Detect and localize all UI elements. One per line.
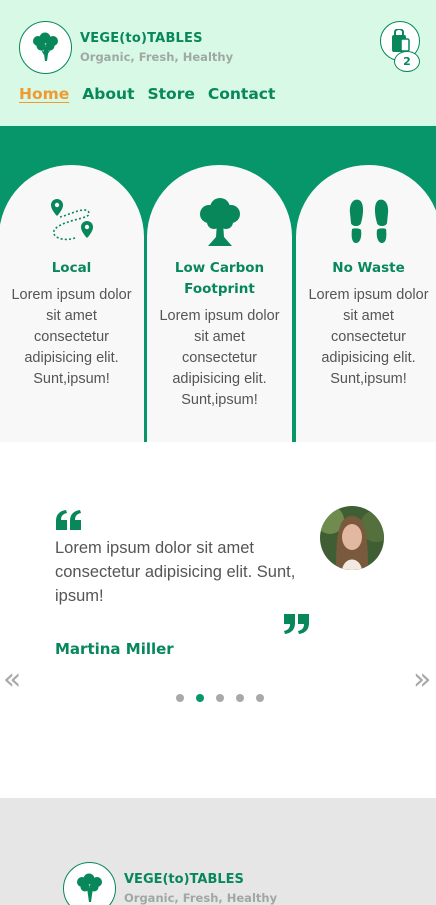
broccoli-icon (76, 873, 102, 902)
feature-card-low-carbon: Low Carbon Footprint Lorem ipsum dolor s… (147, 165, 292, 442)
nav-link-about[interactable]: About (82, 85, 134, 103)
testimonial-quote: Lorem ipsum dolor sit amet consectetur a… (55, 539, 296, 605)
features-section: Local Lorem ipsum dolor sit amet consect… (0, 126, 436, 442)
footer-logo[interactable] (63, 862, 116, 905)
close-quote-icon (284, 614, 309, 634)
feature-description: Lorem ipsum dolor sit amet consectetur a… (11, 287, 132, 387)
nav-link-contact[interactable]: Contact (208, 85, 276, 103)
nav-link-home[interactable]: Home (19, 85, 69, 103)
carousel-dot[interactable] (256, 694, 264, 702)
nav-link-store[interactable]: Store (147, 85, 194, 103)
testimonial-section: Lorem ipsum dolor sit amet consectetur a… (0, 442, 436, 798)
carousel-dot[interactable] (176, 694, 184, 702)
carousel-dot-active[interactable] (196, 694, 204, 702)
main-nav: Home About Store Contact (19, 85, 275, 103)
tree-icon (199, 198, 240, 246)
brand-tagline: Organic, Fresh, Healthy (80, 50, 234, 64)
broccoli-icon (32, 32, 58, 61)
feature-title: Local (51, 260, 92, 276)
carousel-dot[interactable] (216, 694, 224, 702)
feature-description: Lorem ipsum dolor sit amet consectetur a… (308, 287, 429, 387)
map-route-icon (50, 199, 93, 241)
feature-description: Lorem ipsum dolor sit amet consectetur a… (159, 308, 280, 408)
avatar (320, 506, 384, 570)
cart-count-badge: 2 (394, 51, 420, 72)
open-quote-icon (56, 510, 81, 530)
brand-name: VEGE(to)TABLES (80, 31, 203, 46)
site-footer: VEGE(to)TABLES Organic, Fresh, Healthy (0, 798, 436, 905)
footer-brand-name: VEGE(to)TABLES (124, 872, 244, 887)
footprints-icon (349, 199, 388, 243)
carousel-dots (176, 694, 264, 702)
feature-card-local: Local Lorem ipsum dolor sit amet consect… (0, 165, 144, 442)
carousel-prev-button[interactable]: « (3, 660, 21, 700)
site-header: VEGE(to)TABLES Organic, Fresh, Healthy 2… (0, 0, 436, 126)
footer-brand-tagline: Organic, Fresh, Healthy (124, 891, 278, 905)
carousel-next-button[interactable]: » (413, 660, 431, 700)
logo[interactable] (19, 21, 72, 74)
feature-title: Low Carbon Footprint (174, 260, 265, 297)
carousel-dot[interactable] (236, 694, 244, 702)
shopping-bag-icon (392, 29, 410, 52)
feature-card-no-waste: No Waste Lorem ipsum dolor sit amet cons… (296, 165, 436, 442)
feature-title: No Waste (332, 260, 405, 276)
testimonial-author: Martina Miller (55, 640, 174, 658)
